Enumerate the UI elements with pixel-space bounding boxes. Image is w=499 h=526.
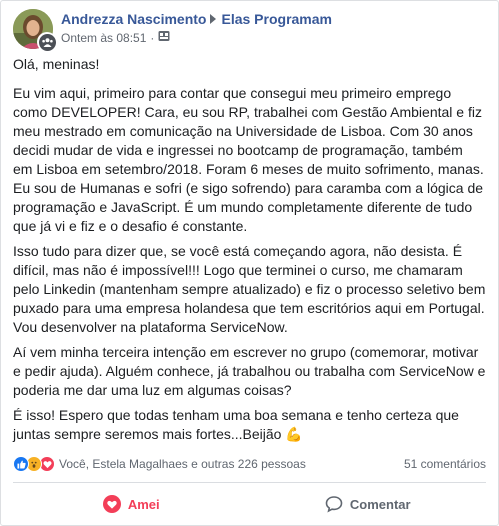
post-paragraph: É isso! Espero que todas tenham uma boa …	[13, 407, 459, 442]
comment-button[interactable]: Comentar	[250, 484, 487, 524]
post-paragraph: Olá, meninas!	[13, 56, 100, 72]
post-header: Andrezza Nascimento Elas Programam Ontem…	[1, 1, 498, 55]
post-body: Olá, meninas! Eu vim aqui, primeiro para…	[1, 55, 498, 444]
post-stats: Você, Estela Magalhaes e outras 226 pess…	[13, 454, 486, 474]
post-actions: Amei Comentar	[13, 484, 486, 524]
author-name[interactable]: Andrezza Nascimento	[61, 10, 206, 28]
comment-label: Comentar	[349, 496, 411, 512]
actions-divider	[13, 482, 486, 483]
reactions-summary[interactable]: Você, Estela Magalhaes e outras 226 pess…	[59, 457, 306, 471]
like-icon	[13, 456, 29, 472]
love-reaction-button[interactable]: Amei	[13, 484, 250, 524]
group-icon	[37, 32, 57, 52]
header-text: Andrezza Nascimento Elas Programam Ontem…	[61, 9, 332, 46]
comments-count[interactable]: 51 comentários	[404, 457, 486, 471]
post-paragraph: Eu vim aqui, primeiro para contar que co…	[13, 85, 484, 234]
post-card: Andrezza Nascimento Elas Programam Ontem…	[0, 0, 499, 526]
meta-separator: ·	[150, 31, 155, 45]
group-name[interactable]: Elas Programam	[221, 10, 332, 28]
post-timestamp[interactable]: Ontem às 08:51	[61, 30, 146, 46]
post-paragraph: Aí vem minha terceira intenção em escrev…	[13, 344, 486, 398]
post-meta: Ontem às 08:51 ·	[61, 30, 332, 46]
avatar-wrap[interactable]	[13, 9, 57, 52]
triangle-right-icon	[210, 14, 217, 24]
reaction-icons[interactable]	[13, 456, 55, 472]
author-line: Andrezza Nascimento Elas Programam	[61, 10, 332, 28]
group-privacy-icon	[158, 30, 170, 46]
comment-icon	[325, 496, 343, 513]
heart-icon	[102, 495, 121, 513]
post-paragraph: Isso tudo para dizer que, se você está c…	[13, 243, 486, 335]
love-reaction-label: Amei	[127, 496, 160, 512]
